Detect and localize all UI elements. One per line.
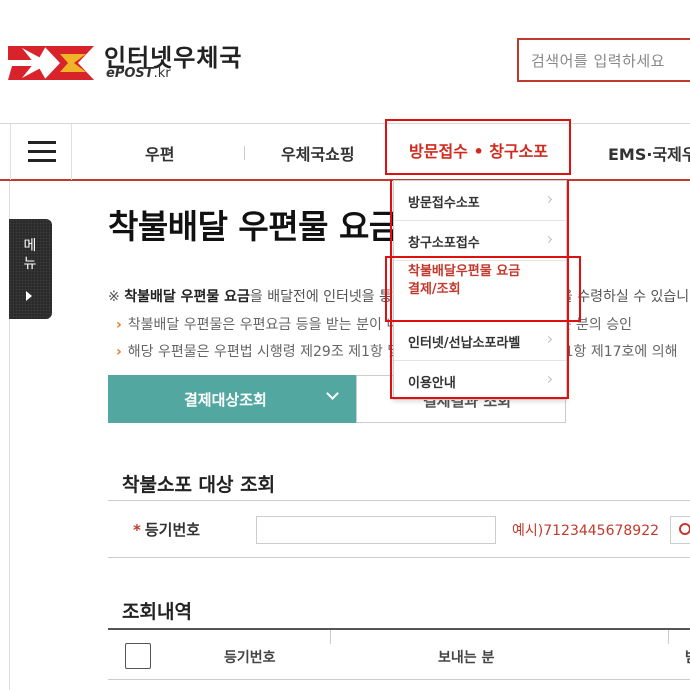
logo-subtitle: ePOST.kr bbox=[106, 66, 171, 81]
main-nav: 우편 우체국쇼핑 EMS·국제우 bbox=[0, 123, 690, 181]
tracking-number-input[interactable] bbox=[256, 516, 496, 544]
tab-payment-lookup-label: 결제대상조회 bbox=[184, 391, 267, 409]
section-title-results: 조회내역 bbox=[122, 601, 192, 623]
column-divider bbox=[330, 630, 331, 644]
nav-divider bbox=[244, 146, 245, 160]
arrow-right-icon bbox=[26, 291, 32, 301]
section-title-search: 착불소포 대상 조회 bbox=[122, 474, 276, 496]
side-menu-tab[interactable]: 메 뉴 bbox=[9, 219, 52, 319]
column-header: 받 bbox=[685, 647, 690, 667]
hamburger-menu-icon[interactable] bbox=[10, 124, 72, 180]
column-header: 등기번호 bbox=[224, 650, 276, 666]
nav-item-shopping[interactable]: 우체국쇼핑 bbox=[281, 141, 355, 165]
results-table-header: 등기번호 보내는 분 받 bbox=[108, 628, 690, 680]
dropdown-selected-highlight bbox=[385, 256, 581, 322]
search-form: * 등기번호 예시)7123445678922 bbox=[108, 500, 690, 558]
search-button[interactable] bbox=[670, 516, 690, 544]
tab-payment-lookup[interactable]: 결제대상조회 bbox=[108, 375, 356, 423]
nav-item-post[interactable]: 우편 bbox=[145, 141, 174, 165]
nav-item-visit-parcel-label: 방문접수 • 창구소포 bbox=[409, 142, 549, 161]
search-icon bbox=[679, 523, 690, 535]
search-box[interactable]: 검색어를 입력하세요 bbox=[517, 38, 690, 82]
nav-item-visit-parcel[interactable]: 방문접수 • 창구소포 bbox=[385, 119, 571, 175]
epost-logo[interactable]: 인터넷우체국 ePOST.kr bbox=[8, 38, 241, 88]
chevron-down-icon bbox=[326, 387, 339, 400]
column-divider bbox=[668, 630, 669, 644]
tracking-number-label: * 등기번호 bbox=[133, 521, 201, 539]
side-menu-label: 메 뉴 bbox=[23, 238, 37, 272]
nav-item-ems[interactable]: EMS·국제우 bbox=[608, 141, 690, 165]
tracking-number-example: 예시)7123445678922 bbox=[512, 523, 660, 539]
search-input[interactable]: 검색어를 입력하세요 bbox=[531, 50, 665, 71]
select-all-checkbox[interactable] bbox=[125, 643, 151, 669]
epost-logo-icon bbox=[8, 46, 94, 80]
column-header: 보내는 분 bbox=[438, 650, 495, 666]
site-header: 인터넷우체국 ePOST.kr 검색어를 입력하세요 bbox=[0, 0, 690, 120]
